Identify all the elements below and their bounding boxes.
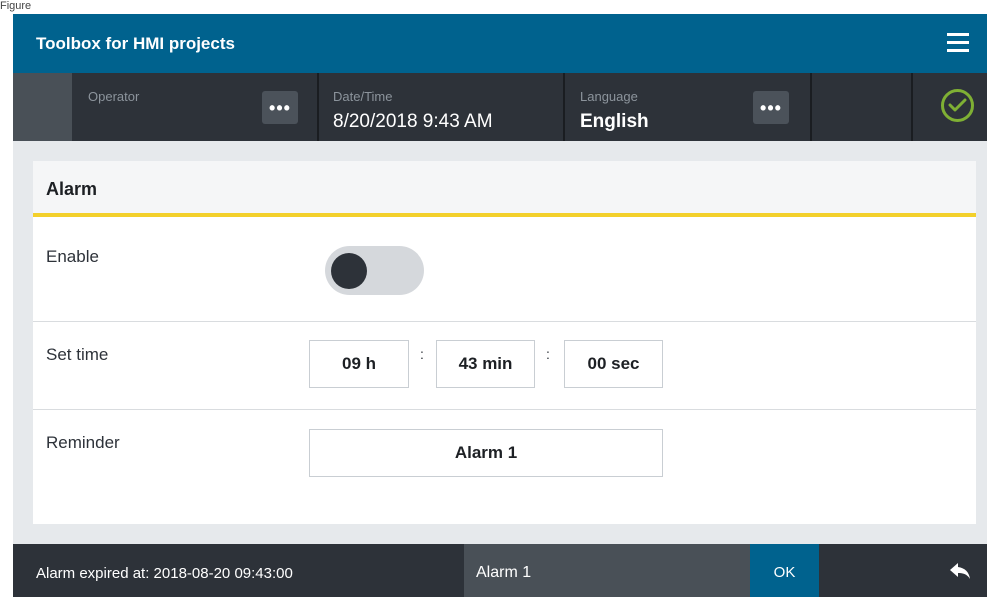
time-separator: : [420,346,424,362]
alarm-expired-message: Alarm expired at: 2018-08-20 09:43:00 [36,565,293,582]
hours-field[interactable]: 09 h [309,340,409,388]
panel-title: Alarm [46,179,98,199]
language-more-button[interactable]: ••• [753,91,789,124]
divider [563,73,565,141]
reminder-field[interactable]: Alarm 1 [309,429,663,477]
divider [911,73,913,141]
alarm-name-box: Alarm 1 [464,544,750,597]
panel-header: Alarm [33,161,976,217]
divider [810,73,812,141]
datetime-value: 8/20/2018 9:43 AM [333,111,493,132]
ok-button[interactable]: OK [750,544,819,597]
time-separator: : [546,346,550,362]
set-time-label: Set time [46,345,109,364]
seconds-field[interactable]: 00 sec [564,340,663,388]
figure-caption: Figure [0,0,32,12]
toggle-knob [331,253,367,289]
alarm-footer: Alarm expired at: 2018-08-20 09:43:00 Al… [13,544,987,597]
enable-label: Enable [46,247,99,266]
datetime-label: Date/Time [333,89,393,104]
status-bar-left-block [13,73,72,141]
more-icon: ••• [760,98,782,118]
divider [317,73,319,141]
minutes-field[interactable]: 43 min [436,340,535,388]
enable-toggle[interactable] [325,246,424,295]
status-bar: Operator ••• Date/Time 8/20/2018 9:43 AM… [13,73,987,141]
reminder-row: Reminder Alarm 1 [33,410,976,524]
app-title: Toolbox for HMI projects [36,34,235,53]
menu-icon[interactable] [947,33,969,52]
alarm-panel: Alarm Enable Set time 09 h : 43 min : 00… [33,161,976,524]
alarm-name-text: Alarm 1 [476,564,532,581]
ok-button-label: OK [773,564,796,581]
more-icon: ••• [269,98,291,118]
set-time-row: Set time 09 h : 43 min : 00 sec [33,322,976,410]
reminder-label: Reminder [46,433,120,452]
operator-more-button[interactable]: ••• [262,91,298,124]
back-arrow-icon[interactable] [949,562,971,585]
language-value: English [580,111,649,132]
title-bar: Toolbox for HMI projects [13,14,987,73]
enable-row: Enable [33,221,976,322]
operator-label: Operator [88,89,140,104]
check-circle-icon[interactable] [941,89,974,122]
language-label: Language [580,89,638,104]
